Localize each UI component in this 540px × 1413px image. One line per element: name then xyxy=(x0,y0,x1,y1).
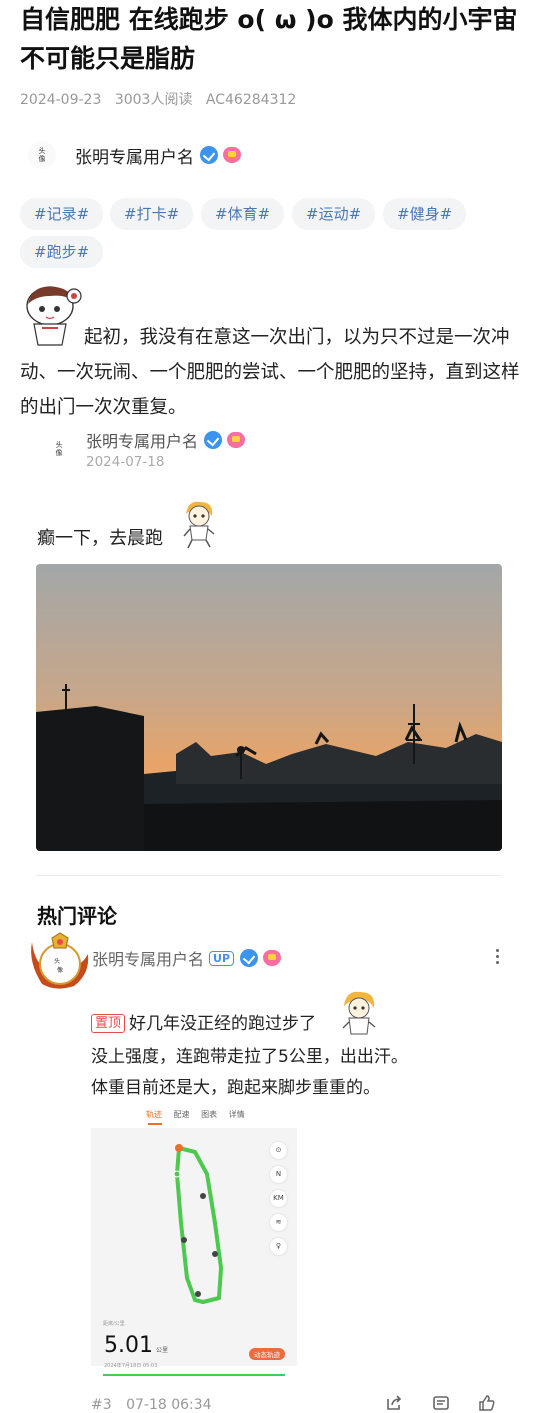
read-count: 3003人阅读 xyxy=(114,92,193,108)
tab-pace: 配速 xyxy=(173,1110,190,1119)
commenter-avatar-icon[interactable]: 头 像 xyxy=(26,932,92,992)
distance-value: 5.01 公里 xyxy=(104,1333,168,1358)
svg-text:像: 像 xyxy=(57,966,63,974)
embedded-post-text: 癫一下，去晨跑 xyxy=(37,528,163,549)
route-path xyxy=(173,1144,223,1304)
chibi-sticker-icon xyxy=(342,991,376,1035)
run-record-screenshot[interactable]: 轨迹 配速 图表 详情 ⊙ N KM ≋ ♀ 距离/公里 5.01 公里 2024… xyxy=(91,1104,297,1389)
tag-fitness[interactable]: #健身# xyxy=(383,198,467,230)
hot-comments-title: 热门评论 xyxy=(37,904,117,928)
comment-line: 没上强度，连跑带走拉了5公里，出出汗。 xyxy=(91,1047,408,1067)
svg-text:头: 头 xyxy=(54,957,60,965)
author-avatar[interactable]: 头像 xyxy=(28,141,56,169)
runner-icon[interactable]: ♀ xyxy=(270,1238,287,1255)
member-badge-icon xyxy=(227,432,246,448)
tab-details: 详情 xyxy=(228,1110,245,1119)
verified-icon xyxy=(204,431,223,449)
comment-line: 置顶 好几年没正经的跑过步了 xyxy=(91,1009,316,1034)
publish-date: 2024-09-23 xyxy=(20,92,102,108)
progress-bar xyxy=(103,1374,285,1376)
member-badge-icon xyxy=(223,147,241,163)
member-badge-icon xyxy=(263,950,282,966)
locate-icon[interactable]: ⊙ xyxy=(270,1142,287,1159)
author-row[interactable]: 头像 张明专属用户名 xyxy=(28,141,241,169)
comment-floor: #3 xyxy=(91,1397,112,1413)
layers-icon[interactable]: ≋ xyxy=(270,1214,287,1231)
like-icon[interactable] xyxy=(478,1394,496,1412)
pinned-badge: 置顶 xyxy=(91,1014,126,1033)
tag-exercise[interactable]: #运动# xyxy=(292,198,376,230)
more-options-icon[interactable] xyxy=(496,949,500,967)
comment-line: 体重目前还是大，跑起来脚步重重的。 xyxy=(91,1078,380,1098)
comment-time: 07-18 06:34 xyxy=(126,1397,212,1413)
tab-chart: 图表 xyxy=(201,1110,218,1119)
intro-paragraph: 起初，我没有在意这一次出门，以为只不过是一次冲动、一次玩闹、一个肥肥的尝试、一个… xyxy=(20,327,520,418)
comment-icon[interactable] xyxy=(432,1394,450,1412)
sunrise-photo[interactable] xyxy=(36,564,502,851)
km-marker-icon[interactable]: KM xyxy=(270,1190,287,1207)
comment-footer: #3 07-18 06:34 xyxy=(91,1397,222,1413)
record-tabs: 轨迹 配速 图表 详情 xyxy=(146,1109,254,1125)
tab-track: 轨迹 xyxy=(146,1110,162,1119)
up-badge: UP xyxy=(209,950,235,966)
author-name[interactable]: 张明专属用户名 xyxy=(75,143,194,168)
comment-author-row[interactable]: 张明专属用户名 UP xyxy=(92,946,282,970)
share-icon[interactable] xyxy=(385,1394,403,1412)
article-meta: 2024-09-23 3003人阅读 AC46284312 xyxy=(20,89,305,109)
tag-checkin[interactable]: #打卡# xyxy=(110,198,194,230)
distance-label: 距离/公里 xyxy=(103,1321,125,1327)
tag-sports[interactable]: #体育# xyxy=(201,198,285,230)
embedded-author-avatar[interactable]: 头像 xyxy=(52,434,66,464)
section-divider xyxy=(36,875,502,876)
running-chibi-icon xyxy=(183,501,215,549)
verified-icon xyxy=(240,949,259,967)
article-title: 自信肥肥 在线跑步 o( ω )o 我体内的小宇宙不可能只是脂肪 xyxy=(20,5,518,73)
comment-author-name[interactable]: 张明专属用户名 xyxy=(92,946,204,970)
compass-icon[interactable]: N xyxy=(270,1166,287,1183)
embedded-post-date: 2024-07-18 xyxy=(86,454,165,470)
embedded-author-name[interactable]: 张明专属用户名 xyxy=(86,428,198,452)
tag-running[interactable]: #跑步# xyxy=(20,236,104,268)
run-date: 2024年7月18日 05:03 xyxy=(104,1363,158,1369)
tag-record[interactable]: #记录# xyxy=(20,198,104,230)
dynamic-track-button[interactable]: 动态轨迹 xyxy=(249,1348,285,1360)
verified-icon xyxy=(200,146,218,164)
route-map: ⊙ N KM ≋ ♀ xyxy=(91,1128,297,1366)
article-id: AC46284312 xyxy=(205,92,297,108)
